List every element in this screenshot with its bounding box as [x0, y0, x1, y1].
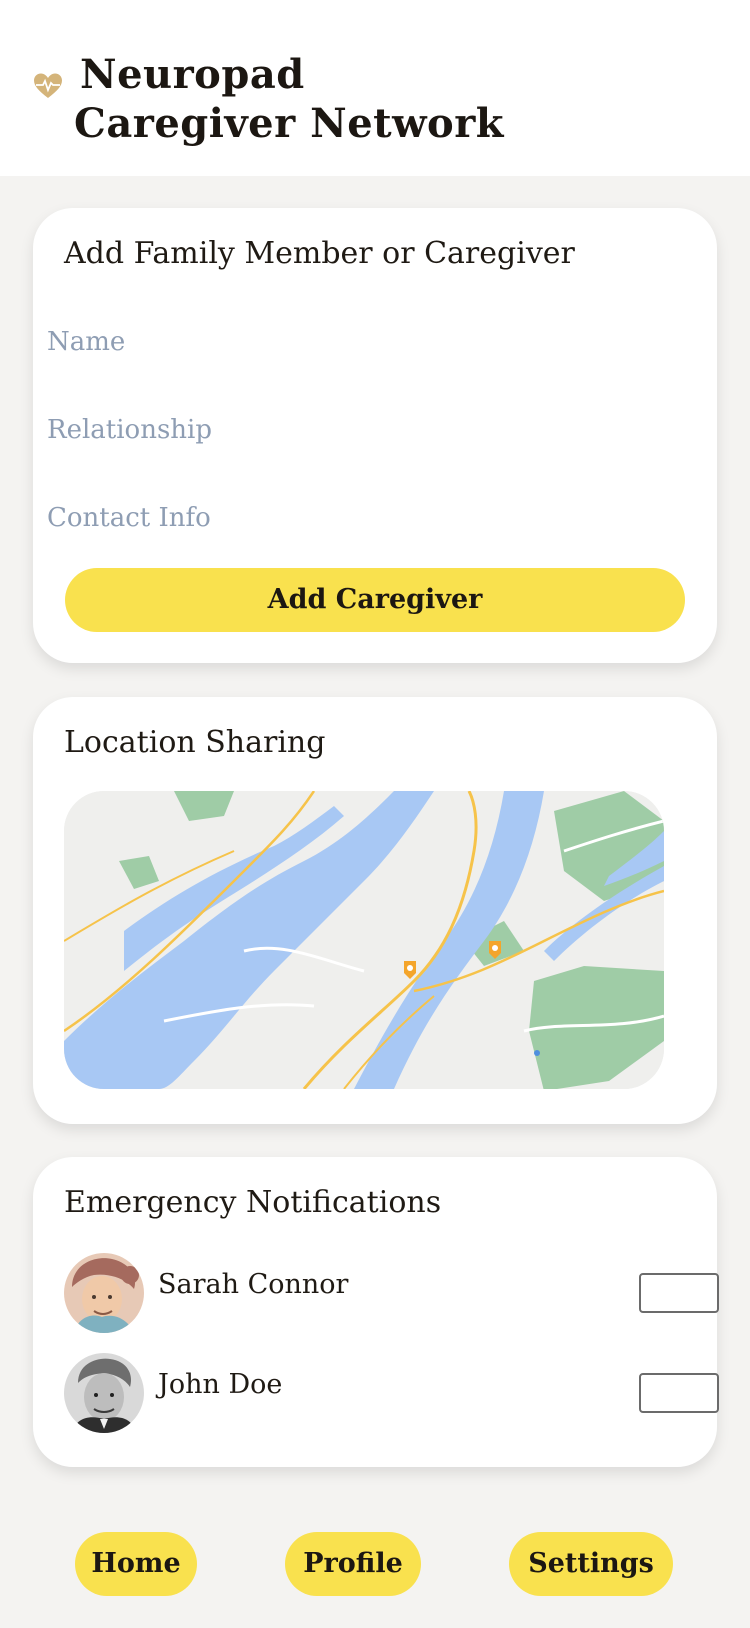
app-title-line2: Caregiver Network: [74, 100, 505, 147]
app-header: Neuropad Caregiver Network: [0, 0, 750, 176]
add-caregiver-heading: Add Family Member or Caregiver: [64, 236, 575, 271]
relationship-input[interactable]: [31, 400, 651, 460]
contact-name: John Doe: [158, 1369, 283, 1400]
app-title: Neuropad Caregiver Network: [74, 50, 504, 148]
nav-profile-button[interactable]: Profile: [285, 1532, 421, 1596]
map-graphic: [64, 791, 664, 1089]
avatar: [64, 1253, 144, 1333]
contact-name: Sarah Connor: [158, 1269, 349, 1300]
name-input[interactable]: [31, 312, 651, 372]
app-title-line1: Neuropad: [80, 51, 305, 98]
location-sharing-heading: Location Sharing: [64, 725, 326, 760]
heart-pulse-icon: [34, 73, 62, 98]
add-caregiver-button[interactable]: Add Caregiver: [65, 568, 685, 632]
list-item: John Doe: [64, 1353, 719, 1435]
location-map[interactable]: [64, 791, 664, 1089]
nav-settings-button[interactable]: Settings: [509, 1532, 673, 1596]
notification-toggle[interactable]: [639, 1373, 719, 1413]
notification-toggle[interactable]: [639, 1273, 719, 1313]
avatar: [64, 1353, 144, 1433]
location-sharing-card: Location Sharing: [33, 697, 717, 1124]
emergency-notifications-card: Emergency Notifications Sarah Connor Joh…: [33, 1157, 719, 1467]
contact-info-input[interactable]: [31, 488, 651, 548]
emergency-notifications-heading: Emergency Notifications: [64, 1185, 442, 1220]
list-item: Sarah Connor: [64, 1253, 719, 1335]
nav-home-button[interactable]: Home: [75, 1532, 197, 1596]
